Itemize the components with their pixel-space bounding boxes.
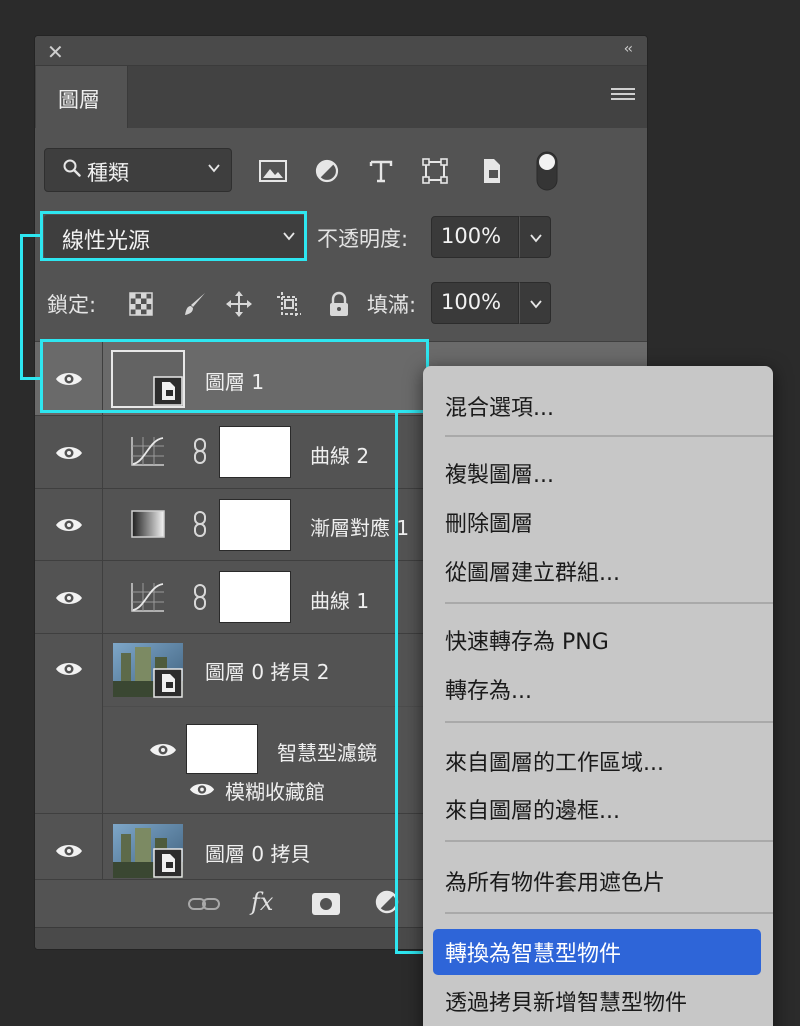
menu-item-duplicate-layer[interactable]: 複製圖層... <box>445 457 554 489</box>
eye-icon[interactable] <box>55 589 83 607</box>
lock-row: 鎖定: 填滿: 100% <box>35 280 647 326</box>
opacity-value: 100% <box>441 224 502 248</box>
curves-adjustment-icon <box>131 583 164 612</box>
layer-mask-thumbnail[interactable] <box>219 571 291 623</box>
eye-icon[interactable] <box>189 781 215 798</box>
context-menu: 混合選項... 複製圖層... 刪除圖層 從圖層建立群組... 快速轉存為 PN… <box>423 366 773 1026</box>
eye-icon[interactable] <box>55 842 83 860</box>
opacity-input[interactable]: 100% <box>431 216 519 258</box>
fx-icon[interactable]: fx <box>251 888 273 916</box>
eye-icon[interactable] <box>55 516 83 534</box>
layer-filter-row: 種類 <box>35 148 647 194</box>
menu-separator <box>445 602 773 604</box>
callout-line <box>20 234 41 237</box>
smart-object-filter-icon[interactable] <box>476 156 506 186</box>
visibility-column <box>35 561 103 633</box>
smart-object-badge-icon <box>153 848 183 878</box>
lock-pixels-icon[interactable] <box>181 290 209 318</box>
lock-artboard-icon[interactable] <box>275 290 303 318</box>
eye-icon[interactable] <box>55 444 83 462</box>
filter-toggle-icon[interactable] <box>535 150 559 192</box>
curves-adjustment-icon <box>131 437 164 466</box>
tab-layers-label: 圖層 <box>58 88 100 112</box>
opacity-dropdown[interactable] <box>519 216 551 258</box>
panel-tab-row: 圖層 <box>35 66 647 128</box>
lock-label: 鎖定: <box>47 293 97 317</box>
chain-link-icon[interactable] <box>193 583 207 611</box>
visibility-column <box>35 706 103 814</box>
layer-name: 曲線 2 <box>310 444 370 468</box>
adjustment-layer-icon[interactable] <box>375 890 405 918</box>
chain-link-icon[interactable] <box>193 437 207 465</box>
visibility-column <box>35 634 103 706</box>
visibility-column <box>35 416 103 488</box>
search-icon <box>63 159 81 177</box>
eye-icon[interactable] <box>55 660 83 678</box>
menu-separator <box>445 840 773 842</box>
menu-item-delete-layer[interactable]: 刪除圖層 <box>445 506 533 538</box>
add-mask-icon[interactable] <box>311 892 341 916</box>
opacity-label: 不透明度: <box>317 227 409 251</box>
fill-dropdown[interactable] <box>519 282 551 324</box>
chevron-down-icon <box>208 164 220 173</box>
lock-all-icon[interactable] <box>325 290 353 318</box>
menu-item-blending-options[interactable]: 混合選項... <box>445 390 554 422</box>
menu-separator <box>445 435 773 437</box>
smart-filter-label: 智慧型濾鏡 <box>277 741 377 765</box>
chevron-down-icon <box>530 300 542 309</box>
layer-name: 曲線 1 <box>310 589 370 613</box>
menu-item-new-smart-object-via-copy[interactable]: 透過拷貝新增智慧型物件 <box>445 985 687 1017</box>
type-filter-icon[interactable] <box>366 156 396 186</box>
image-filter-icon[interactable] <box>258 156 288 186</box>
lock-transparent-icon[interactable] <box>127 290 155 318</box>
callout-line <box>395 412 398 954</box>
menu-item-group-from-layers[interactable]: 從圖層建立群組... <box>445 555 620 587</box>
fill-label: 填滿: <box>367 293 417 317</box>
panel-titlebar: ✕ ‹‹ <box>35 36 647 66</box>
hamburger-menu-icon[interactable] <box>611 88 635 104</box>
menu-separator <box>445 912 773 914</box>
visibility-column <box>35 489 103 560</box>
filter-kind-label: 種類 <box>87 161 129 185</box>
menu-item-export-as[interactable]: 轉存為... <box>445 673 532 705</box>
chevron-down-icon <box>530 234 542 243</box>
menu-item-artboard-from-layers[interactable]: 來自圖層的工作區域... <box>445 745 664 777</box>
layer-name: 圖層 0 拷貝 2 <box>205 660 330 684</box>
layer-mask-thumbnail[interactable] <box>219 499 291 551</box>
layer-name: 圖層 0 拷貝 <box>205 842 311 866</box>
lock-position-icon[interactable] <box>225 290 253 318</box>
filter-effect-name: 模糊收藏館 <box>225 780 325 804</box>
menu-item-frame-from-layers[interactable]: 來自圖層的邊框... <box>445 793 620 825</box>
close-icon[interactable]: ✕ <box>47 40 64 64</box>
callout-box-layer-1 <box>40 339 429 413</box>
callout-line <box>20 377 41 380</box>
fill-input[interactable]: 100% <box>431 282 519 324</box>
callout-line <box>20 234 23 380</box>
layer-mask-thumbnail[interactable] <box>219 426 291 478</box>
adjustment-filter-icon[interactable] <box>312 156 342 186</box>
menu-item-convert-to-smart-object[interactable]: 轉換為智慧型物件 <box>445 936 621 968</box>
collapse-icon[interactable]: ‹‹ <box>624 41 633 57</box>
tab-layers[interactable]: 圖層 <box>36 66 128 128</box>
visibility-column <box>35 814 103 879</box>
menu-separator <box>445 721 773 723</box>
eye-icon[interactable] <box>149 741 177 759</box>
menu-item-clipping-mask[interactable]: 為所有物件套用遮色片 <box>445 865 665 897</box>
filter-kind-select[interactable]: 種類 <box>44 148 232 192</box>
callout-box-blend-mode <box>40 211 307 261</box>
menu-item-quick-export-png[interactable]: 快速轉存為 PNG <box>445 624 609 656</box>
smart-object-badge-icon <box>153 668 183 698</box>
smart-filter-mask-thumbnail[interactable] <box>186 724 258 774</box>
gradient-map-icon <box>131 510 165 538</box>
shape-filter-icon[interactable] <box>420 156 450 186</box>
fill-value: 100% <box>441 290 502 314</box>
link-layers-icon[interactable] <box>187 894 221 914</box>
chain-link-icon[interactable] <box>193 510 207 538</box>
